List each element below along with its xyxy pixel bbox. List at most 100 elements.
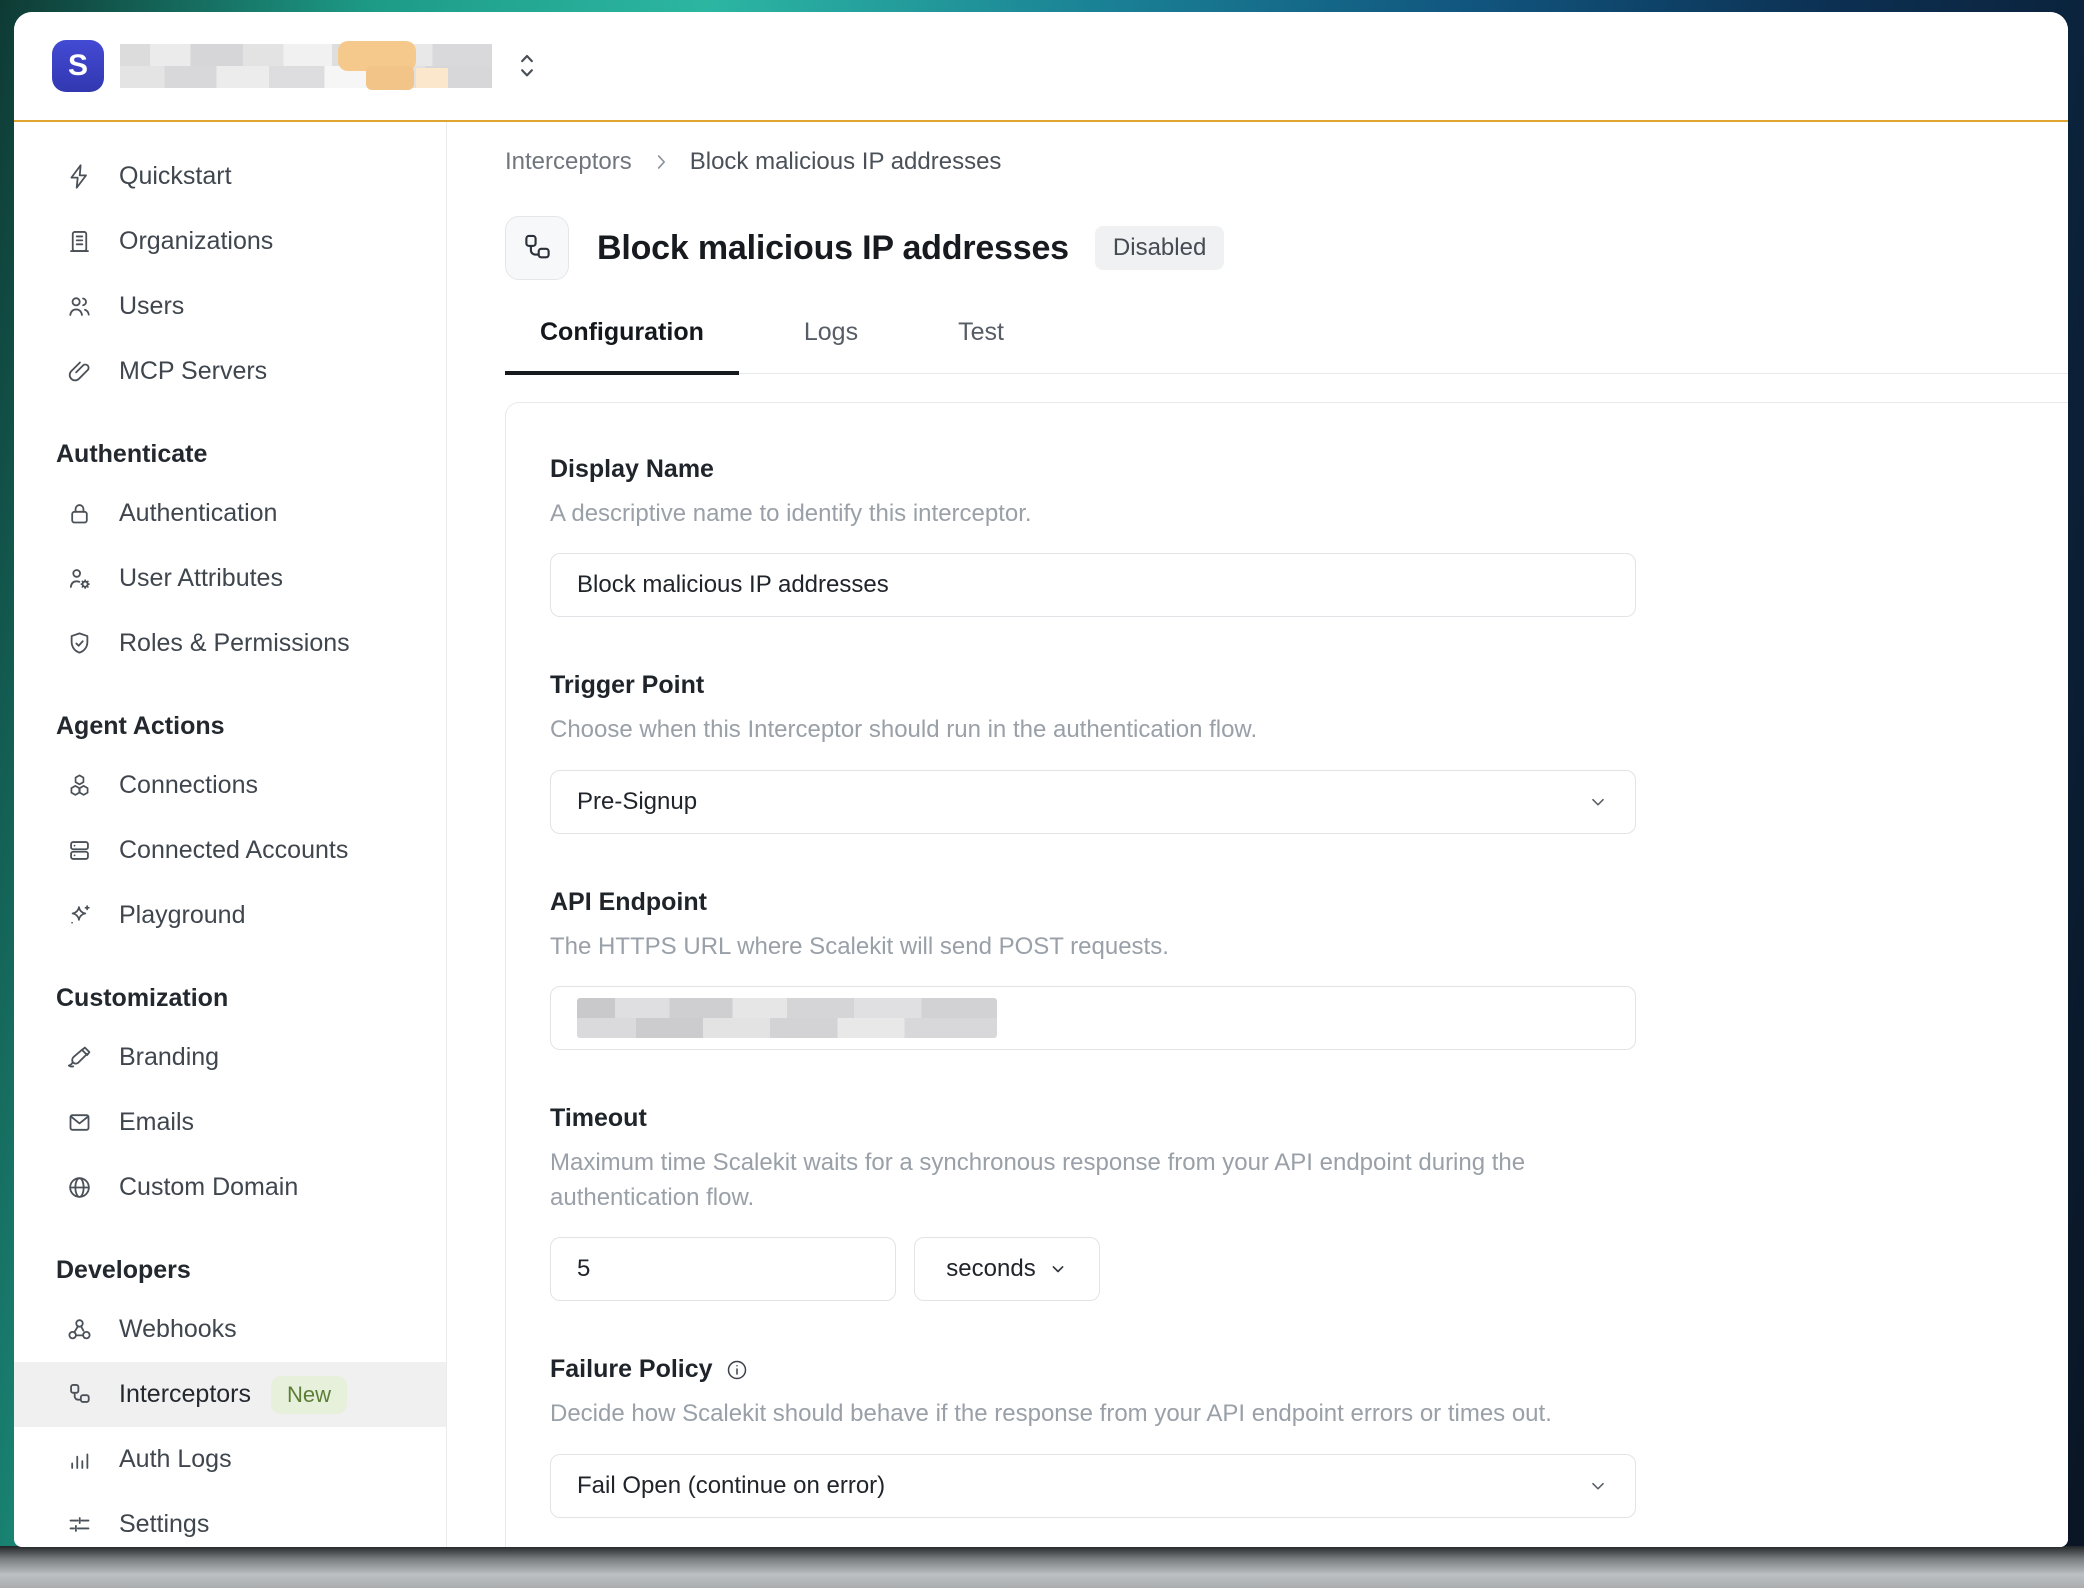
workspace-switcher-chevron-icon[interactable] <box>512 49 542 83</box>
sidebar-item-organizations[interactable]: Organizations <box>14 209 446 274</box>
sidebar-item-webhooks[interactable]: Webhooks <box>14 1297 446 1362</box>
failure-policy-value: Fail Open (continue on error) <box>577 1472 885 1500</box>
tab-test[interactable]: Test <box>923 318 1039 375</box>
sidebar-item-label: Emails <box>119 1108 194 1137</box>
workspace-name-redacted <box>120 44 492 88</box>
app-window: S Quickstart <box>14 12 2068 1547</box>
sidebar: Quickstart Organizations Users <box>14 122 447 1547</box>
api-endpoint-help: The HTTPS URL where Scalekit will send P… <box>550 929 1640 964</box>
sidebar-item-label: MCP Servers <box>119 357 267 386</box>
configuration-card: Display Name A descriptive name to ident… <box>505 402 2068 1547</box>
redaction-highlight <box>366 66 414 90</box>
timeout-help: Maximum time Scalekit waits for a synchr… <box>550 1145 1640 1216</box>
sidebar-item-interceptors[interactable]: Interceptors New <box>14 1362 446 1427</box>
sidebar-item-label: Connections <box>119 771 258 800</box>
sidebar-section-customization: Customization <box>14 948 446 1025</box>
sidebar-item-settings[interactable]: Settings <box>14 1492 446 1547</box>
trigger-point-select[interactable]: Pre-Signup <box>550 770 1636 834</box>
redaction-highlight <box>416 68 448 88</box>
display-name-field: Display Name A descriptive name to ident… <box>550 455 2068 617</box>
api-endpoint-input[interactable] <box>550 986 1636 1050</box>
sidebar-item-label: Organizations <box>119 227 273 256</box>
user-gear-icon <box>66 565 93 592</box>
sidebar-item-emails[interactable]: Emails <box>14 1090 446 1155</box>
status-badge: Disabled <box>1095 226 1224 270</box>
sidebar-section-authenticate: Authenticate <box>14 404 446 481</box>
sidebar-item-user-attributes[interactable]: User Attributes <box>14 546 446 611</box>
timeout-inputs: seconds <box>550 1215 2068 1301</box>
redaction-block <box>120 44 492 66</box>
sidebar-item-label: Auth Logs <box>119 1445 232 1474</box>
page-header: Block malicious IP addresses Disabled <box>505 216 2068 280</box>
paperclip-icon <box>66 358 93 385</box>
api-endpoint-label: API Endpoint <box>550 888 2068 917</box>
sidebar-item-label: Webhooks <box>119 1315 237 1344</box>
lock-icon <box>66 500 93 527</box>
sidebar-item-auth-logs[interactable]: Auth Logs <box>14 1427 446 1492</box>
sidebar-item-label: Interceptors <box>119 1380 251 1409</box>
globe-icon <box>66 1174 93 1201</box>
failure-policy-help: Decide how Scalekit should behave if the… <box>550 1396 1640 1431</box>
users-icon <box>66 293 93 320</box>
display-name-input[interactable] <box>550 553 1636 617</box>
paintbrush-icon <box>66 1044 93 1071</box>
sidebar-section-agent-actions: Agent Actions <box>14 676 446 753</box>
page-title: Block malicious IP addresses <box>597 229 1069 268</box>
sidebar-item-label: Quickstart <box>119 162 232 191</box>
trigger-point-value: Pre-Signup <box>577 788 697 816</box>
sidebar-item-roles-permissions[interactable]: Roles & Permissions <box>14 611 446 676</box>
sidebar-item-label: Settings <box>119 1510 209 1539</box>
sidebar-item-authentication[interactable]: Authentication <box>14 481 446 546</box>
chevron-down-icon <box>1587 1475 1609 1497</box>
chevron-right-icon <box>650 151 672 173</box>
sidebar-item-custom-domain[interactable]: Custom Domain <box>14 1155 446 1220</box>
sidebar-item-label: Connected Accounts <box>119 836 348 865</box>
api-endpoint-field: API Endpoint The HTTPS URL where Scaleki… <box>550 888 2068 1050</box>
breadcrumb-interceptors[interactable]: Interceptors <box>505 148 632 176</box>
sliders-icon <box>66 1511 93 1538</box>
cubes-icon <box>66 772 93 799</box>
sidebar-item-label: Users <box>119 292 184 321</box>
new-badge: New <box>271 1376 347 1414</box>
sidebar-item-label: Roles & Permissions <box>119 629 350 658</box>
workspace-logo: S <box>52 40 104 92</box>
sidebar-item-label: User Attributes <box>119 564 283 593</box>
api-endpoint-value-redacted <box>577 998 997 1038</box>
chevron-down-icon <box>1587 791 1609 813</box>
timeout-label: Timeout <box>550 1104 2068 1133</box>
tab-bar: Configuration Logs Test <box>505 318 2068 374</box>
display-name-label: Display Name <box>550 455 2068 484</box>
sidebar-item-quickstart[interactable]: Quickstart <box>14 144 446 209</box>
info-icon[interactable] <box>725 1358 749 1382</box>
failure-policy-label: Failure Policy <box>550 1355 713 1384</box>
failure-policy-select[interactable]: Fail Open (continue on error) <box>550 1454 1636 1518</box>
sidebar-item-label: Playground <box>119 901 245 930</box>
main-content: Interceptors Block malicious IP addresse… <box>447 122 2068 1547</box>
interceptor-title-iconbox <box>505 216 569 280</box>
zap-icon <box>66 163 93 190</box>
timeout-field: Timeout Maximum time Scalekit waits for … <box>550 1104 2068 1302</box>
sidebar-item-branding[interactable]: Branding <box>14 1025 446 1090</box>
sidebar-item-label: Authentication <box>119 499 277 528</box>
timeout-unit-select[interactable]: seconds <box>914 1237 1100 1301</box>
sidebar-item-mcp-servers[interactable]: MCP Servers <box>14 339 446 404</box>
envelope-icon <box>66 1109 93 1136</box>
sparkles-icon <box>66 902 93 929</box>
timeout-value-input[interactable] <box>550 1237 896 1301</box>
building-icon <box>66 228 93 255</box>
bar-chart-icon <box>66 1446 93 1473</box>
webhook-icon <box>66 1316 93 1343</box>
chevron-down-icon <box>1048 1259 1068 1279</box>
sidebar-section-developers: Developers <box>14 1220 446 1297</box>
sidebar-item-playground[interactable]: Playground <box>14 883 446 948</box>
trigger-point-field: Trigger Point Choose when this Intercept… <box>550 671 2068 833</box>
trigger-point-help: Choose when this Interceptor should run … <box>550 712 1640 747</box>
stacked-cards-icon <box>66 837 93 864</box>
tab-logs[interactable]: Logs <box>769 318 893 375</box>
breadcrumb-current: Block malicious IP addresses <box>690 148 1002 176</box>
tab-configuration[interactable]: Configuration <box>505 318 739 375</box>
sidebar-item-connections[interactable]: Connections <box>14 753 446 818</box>
sidebar-item-label: Branding <box>119 1043 219 1072</box>
sidebar-item-users[interactable]: Users <box>14 274 446 339</box>
sidebar-item-connected-accounts[interactable]: Connected Accounts <box>14 818 446 883</box>
